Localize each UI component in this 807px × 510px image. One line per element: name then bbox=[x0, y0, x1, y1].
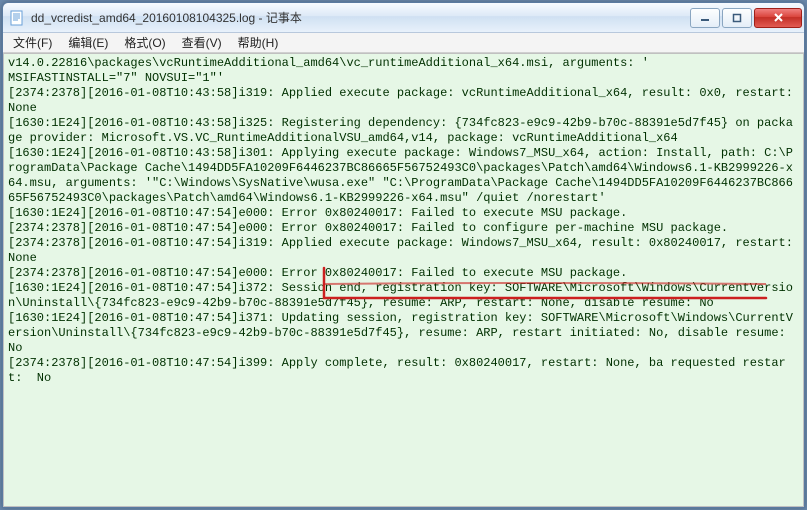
log-line: [2374:2378][2016-01-08T10:43:58]i319: Ap… bbox=[8, 86, 800, 115]
close-button[interactable] bbox=[754, 8, 802, 28]
maximize-button[interactable] bbox=[722, 8, 752, 28]
menu-help[interactable]: 帮助(H) bbox=[230, 32, 287, 53]
log-line: [1630:1E24][2016-01-08T10:43:58]i325: Re… bbox=[8, 116, 793, 145]
menu-format[interactable]: 格式(O) bbox=[116, 32, 173, 53]
menu-file[interactable]: 文件(F) bbox=[5, 32, 60, 53]
log-line: [1630:1E24][2016-01-08T10:47:54]i371: Up… bbox=[8, 311, 793, 355]
menubar: 文件(F) 编辑(E) 格式(O) 查看(V) 帮助(H) bbox=[3, 33, 804, 53]
window-title: dd_vcredist_amd64_20160108104325.log - 记… bbox=[31, 9, 688, 26]
log-line: [1630:1E24][2016-01-08T10:47:54]i372: Se… bbox=[8, 281, 793, 310]
window-controls bbox=[688, 8, 802, 28]
menu-view[interactable]: 查看(V) bbox=[174, 32, 230, 53]
menu-edit[interactable]: 编辑(E) bbox=[60, 32, 116, 53]
log-line: v14.0.22816\packages\vcRuntimeAdditional… bbox=[8, 56, 649, 70]
log-line: [1630:1E24][2016-01-08T10:47:54]e000: Er… bbox=[8, 206, 627, 220]
notepad-icon bbox=[9, 10, 25, 26]
log-line: MSIFASTINSTALL="7" NOVSUI="1"' bbox=[8, 71, 224, 85]
log-line: [1630:1E24][2016-01-08T10:43:58]i301: Ap… bbox=[8, 146, 793, 205]
log-line: [2374:2378][2016-01-08T10:47:54]e000: Er… bbox=[8, 221, 728, 235]
titlebar[interactable]: dd_vcredist_amd64_20160108104325.log - 记… bbox=[3, 3, 804, 33]
log-line: [2374:2378][2016-01-08T10:47:54]e000: Er… bbox=[8, 266, 627, 280]
log-line: [2374:2378][2016-01-08T10:47:54]i399: Ap… bbox=[8, 356, 786, 385]
notepad-window: dd_vcredist_amd64_20160108104325.log - 记… bbox=[2, 2, 805, 508]
minimize-button[interactable] bbox=[690, 8, 720, 28]
text-area[interactable]: v14.0.22816\packages\vcRuntimeAdditional… bbox=[3, 53, 804, 507]
log-line: [2374:2378][2016-01-08T10:47:54]i319: Ap… bbox=[8, 236, 800, 265]
